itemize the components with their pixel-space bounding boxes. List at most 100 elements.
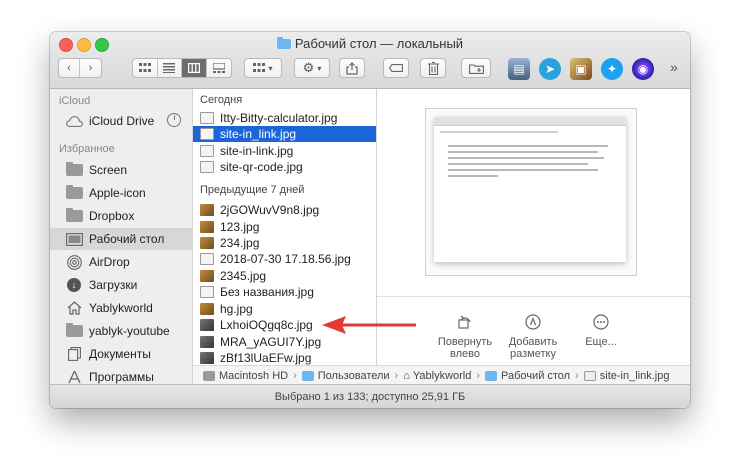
file-row[interactable]: MRA_yAGUI7Y.jpg — [193, 334, 376, 350]
path-segment[interactable]: Пользователи — [318, 370, 390, 382]
file-column: Сегодня Itty-Bitty-calculator.jpg site-i… — [193, 89, 377, 385]
icon-view-icon — [138, 63, 151, 72]
image-thumbnail-icon — [200, 303, 214, 315]
file-row[interactable]: Itty-Bitty-calculator.jpg — [193, 110, 376, 126]
status-bar: Выбрано 1 из 133; доступно 25,91 ГБ — [50, 384, 690, 408]
action-button[interactable]: ⚙ ▾ — [294, 58, 330, 78]
path-separator: › — [394, 369, 399, 382]
share-icon — [346, 61, 358, 75]
chevron-down-icon: ▾ — [268, 63, 273, 73]
tag-button[interactable] — [383, 58, 409, 78]
twitter-icon[interactable]: ✦ — [601, 58, 623, 80]
home-icon — [65, 301, 83, 315]
sidebar-item-label: iCloud Drive — [89, 114, 155, 128]
rotate-left-button[interactable]: Повернуть влево — [429, 312, 501, 360]
column-view-button[interactable] — [182, 59, 207, 77]
add-markup-button[interactable]: Добавить разметку — [497, 312, 569, 360]
image-thumbnail-icon — [583, 370, 596, 381]
file-row[interactable]: 2345.jpg — [193, 268, 376, 284]
title-bar: Рабочий стол — локальный ‹ › ▾ ⚙ ▾ ▤ ➤ ▣… — [50, 32, 690, 89]
folder-icon — [276, 37, 291, 49]
group-button[interactable]: ▾ — [244, 58, 282, 78]
folder-icon — [65, 323, 83, 338]
preview-divider — [377, 296, 690, 297]
sidebar-item-screen[interactable]: Screen — [50, 159, 192, 181]
path-segment[interactable]: Рабочий стол — [501, 370, 570, 382]
airdrop-icon — [65, 254, 83, 270]
sidebar-item-airdrop[interactable]: AirDrop — [50, 251, 192, 273]
sidebar-header-favorites: Избранное — [59, 143, 115, 155]
path-segment[interactable]: site-in_link.jpg — [600, 370, 670, 382]
preview-image[interactable] — [425, 108, 637, 276]
trash-button[interactable] — [420, 58, 446, 78]
sidebar-header-icloud: iCloud — [59, 95, 91, 107]
file-row-selected[interactable]: site-in_link.jpg — [193, 126, 376, 142]
file-name: Itty-Bitty-calculator.jpg — [220, 111, 338, 125]
sidebar-item-label: Apple-icon — [89, 186, 146, 200]
group-icon — [253, 63, 266, 72]
file-row[interactable]: 2018-07-30 17.18.56.jpg — [193, 251, 376, 267]
back-button[interactable]: ‹ — [59, 59, 81, 77]
folder-icon — [485, 370, 498, 381]
siri-icon[interactable]: ◉ — [632, 58, 654, 80]
file-name: site-qr-code.jpg — [220, 160, 303, 174]
preview-app-icon[interactable]: ▣ — [570, 58, 592, 80]
gear-icon: ⚙ — [302, 60, 315, 75]
image-thumbnail-icon — [200, 204, 214, 216]
sidebar-item-dropbox[interactable]: Dropbox — [50, 205, 192, 227]
sidebar-item-yablyk-youtube[interactable]: yablyk-youtube — [50, 320, 192, 342]
image-thumbnail-icon — [200, 145, 214, 157]
file-name: zBf13lUaEFw.jpg — [220, 351, 312, 365]
new-folder-icon — [468, 63, 484, 74]
image-thumbnail-icon — [200, 336, 214, 348]
more-actions-button[interactable]: Еще... — [565, 312, 637, 348]
rotate-left-icon — [455, 312, 475, 332]
file-row[interactable]: zBf13lUaEFw.jpg — [193, 350, 376, 366]
toolbar-overflow-button[interactable]: » — [670, 59, 678, 75]
sidebar-item-desktop[interactable]: Рабочий стол — [50, 228, 192, 250]
file-name: Без названия.jpg — [220, 285, 314, 299]
file-name: site-in-link.jpg — [220, 144, 294, 158]
path-segment[interactable]: Yablykworld — [413, 370, 472, 382]
chevron-left-icon: ‹ — [67, 62, 71, 74]
file-row[interactable]: 234.jpg — [193, 235, 376, 251]
file-name: MRA_yAGUI7Y.jpg — [220, 335, 322, 349]
preview-screenshot — [434, 117, 626, 262]
file-row[interactable]: 2jGOWuvV9n8.jpg — [193, 202, 376, 218]
forward-button[interactable]: › — [80, 59, 101, 77]
action-label: Повернуть влево — [437, 336, 493, 360]
sidebar-item-label: Dropbox — [89, 209, 135, 223]
file-row[interactable]: 123.jpg — [193, 219, 376, 235]
sidebar-item-home[interactable]: Yablykworld — [50, 297, 192, 319]
file-row[interactable]: site-in-link.jpg — [193, 143, 376, 159]
sidebar-item-label: Yablykworld — [89, 301, 153, 315]
file-name: LxhoiOQgq8c.jpg — [220, 318, 313, 332]
cloud-icon — [65, 114, 83, 128]
list-view-icon — [163, 63, 176, 73]
sidebar-item-apple-icon[interactable]: Apple-icon — [50, 182, 192, 204]
file-row[interactable]: site-qr-code.jpg — [193, 159, 376, 175]
sidebar-item-icloud-drive[interactable]: iCloud Drive — [50, 110, 192, 132]
share-button[interactable] — [339, 58, 365, 78]
sidebar-item-downloads[interactable]: ↓ Загрузки — [50, 274, 192, 296]
downloads-icon: ↓ — [65, 278, 83, 292]
trash-icon — [427, 61, 439, 75]
icon-view-button[interactable] — [133, 59, 158, 77]
telegram-icon[interactable]: ➤ — [539, 58, 561, 80]
action-label: Еще... — [585, 336, 617, 348]
action-label: Добавить разметку — [508, 336, 558, 360]
more-icon — [591, 312, 611, 332]
image-thumbnail-icon — [200, 128, 214, 140]
annotation-arrow-icon — [322, 316, 416, 334]
finder-window: Рабочий стол — локальный ‹ › ▾ ⚙ ▾ ▤ ➤ ▣… — [50, 32, 690, 408]
sidebar: iCloud iCloud Drive Избранное Screen App… — [50, 89, 193, 385]
path-segment[interactable]: Macintosh HD — [219, 370, 288, 382]
disk-icon — [203, 370, 215, 381]
new-folder-button[interactable] — [461, 58, 491, 78]
list-view-button[interactable] — [158, 59, 182, 77]
path-separator: › — [476, 369, 481, 382]
network-app-icon[interactable]: ▤ — [508, 58, 530, 80]
gallery-view-button[interactable] — [207, 59, 231, 77]
file-row[interactable]: Без названия.jpg — [193, 284, 376, 300]
sidebar-item-documents[interactable]: Документы — [50, 343, 192, 365]
